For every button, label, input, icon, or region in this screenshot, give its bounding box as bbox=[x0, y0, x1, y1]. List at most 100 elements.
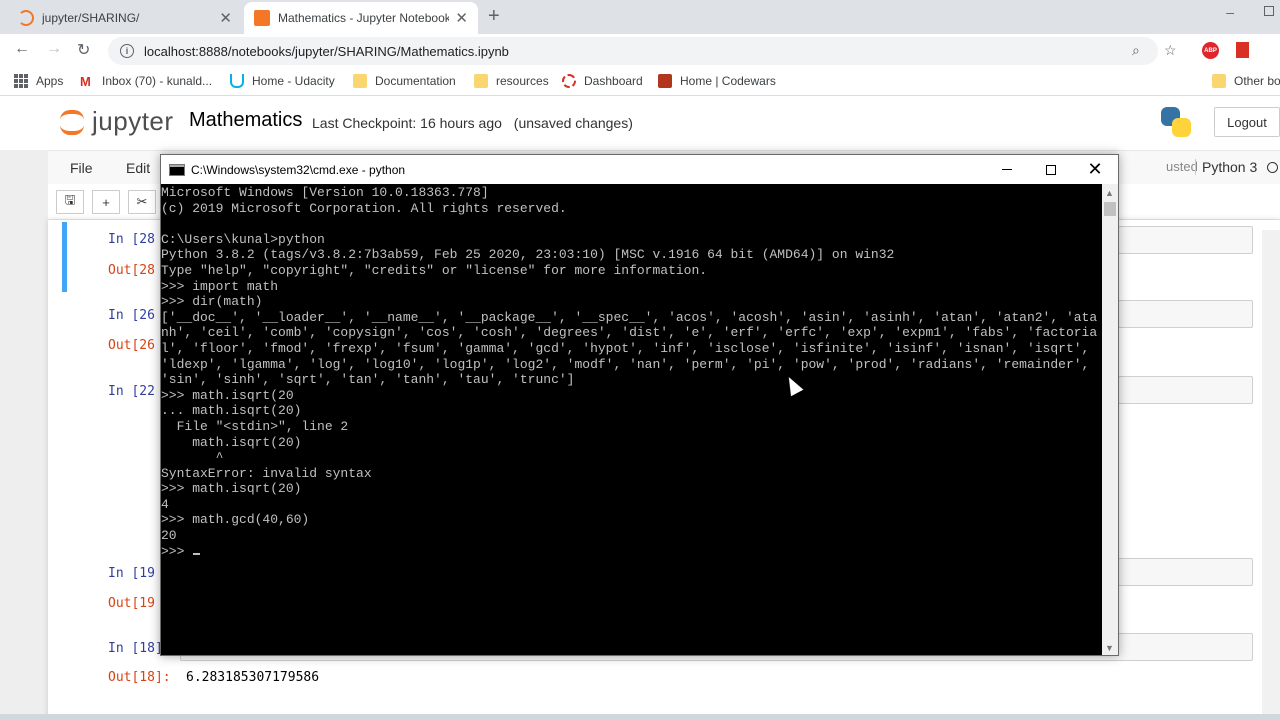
terminal-line: math.isqrt(20) bbox=[161, 434, 302, 450]
code-input[interactable] bbox=[1118, 376, 1253, 404]
new-tab-button[interactable]: + bbox=[488, 5, 500, 28]
bookmark-star-icon[interactable]: ☆ bbox=[1164, 42, 1177, 59]
bookmarks-bar: Apps M Inbox (70) - kunald... Home - Uda… bbox=[0, 68, 1280, 96]
forward-button[interactable]: → bbox=[46, 40, 62, 58]
logout-button[interactable]: Logout bbox=[1214, 107, 1280, 137]
terminal-line: 'ldexp', 'lgamma', 'log', 'log10', 'log1… bbox=[161, 356, 1090, 372]
notebook-title[interactable]: Mathematics bbox=[189, 109, 302, 132]
cmd-maximize-button[interactable] bbox=[1028, 155, 1074, 184]
code-input[interactable] bbox=[1118, 300, 1253, 328]
terminal-cursor bbox=[193, 552, 201, 555]
bookmark-codewars[interactable]: Home | Codewars bbox=[658, 74, 776, 88]
terminal-line: >>> math.isqrt(20 bbox=[161, 387, 294, 403]
jupyter-wordmark: jupyter bbox=[92, 106, 174, 136]
terminal-line: 'sin', 'sinh', 'sqrt', 'tan', 'tanh', 't… bbox=[161, 372, 575, 388]
trusted-indicator[interactable]: usted bbox=[1166, 159, 1198, 174]
zoom-icon[interactable]: ⌕ bbox=[1132, 42, 1140, 59]
bookmark-label: Other bo bbox=[1234, 74, 1280, 88]
code-input[interactable] bbox=[1118, 558, 1253, 586]
terminal-line: (c) 2019 Microsoft Corporation. All righ… bbox=[161, 200, 567, 216]
folder-icon bbox=[1212, 74, 1226, 88]
close-tab-icon[interactable]: ✕ bbox=[455, 9, 468, 27]
bookmark-apps[interactable]: Apps bbox=[14, 74, 63, 88]
input-prompt: In [18] bbox=[108, 641, 163, 656]
terminal-line: l', 'floor', 'fmod', 'frexp', 'fsum', 'g… bbox=[161, 340, 1090, 356]
python-logo-icon bbox=[1161, 107, 1191, 137]
terminal-line: SyntaxError: invalid syntax bbox=[161, 465, 372, 481]
bookmark-other[interactable]: Other bo bbox=[1212, 74, 1280, 88]
code-input[interactable] bbox=[1118, 226, 1253, 254]
terminal-icon bbox=[169, 163, 185, 176]
jupyter-header: jupyter Mathematics Last Checkpoint: 16 … bbox=[0, 96, 1280, 150]
taskbar-edge bbox=[0, 714, 1280, 720]
output-prompt: Out[26 bbox=[108, 338, 155, 353]
bookmark-resources[interactable]: resources bbox=[474, 74, 549, 88]
cut-cell-button[interactable]: ✂ bbox=[128, 190, 156, 214]
address-bar[interactable]: i localhost:8888/notebooks/jupyter/SHARI… bbox=[108, 37, 1158, 65]
terminal-line: >>> import math bbox=[161, 278, 279, 294]
page-scrollbar[interactable] bbox=[1262, 230, 1280, 720]
kernel-status-icon bbox=[1267, 162, 1278, 173]
scroll-thumb[interactable] bbox=[1104, 202, 1116, 216]
cmd-scrollbar[interactable]: ▲ ▼ bbox=[1102, 184, 1118, 655]
folder-icon bbox=[474, 74, 488, 88]
jupyter-logo[interactable]: jupyter bbox=[60, 106, 174, 137]
reload-button[interactable]: ↻ bbox=[77, 40, 90, 60]
extension-icon[interactable] bbox=[1236, 42, 1249, 58]
browser-toolbar: ← → ↻ i localhost:8888/notebooks/jupyter… bbox=[0, 34, 1280, 68]
cmd-minimize-button[interactable] bbox=[984, 155, 1030, 184]
terminal-line: >>> math.gcd(40,60) bbox=[161, 512, 310, 528]
output-prompt: Out[28 bbox=[108, 263, 155, 278]
terminal-line: ^ bbox=[161, 450, 224, 466]
adblock-extension-icon[interactable]: ABP bbox=[1202, 42, 1219, 59]
terminal-line: C:\Users\kunal>python bbox=[161, 231, 325, 247]
bookmark-label: Home - Udacity bbox=[252, 74, 335, 88]
back-button[interactable]: ← bbox=[14, 40, 30, 58]
save-button[interactable]: 🖫 bbox=[56, 190, 84, 214]
cmd-close-button[interactable]: ✕ bbox=[1072, 155, 1118, 184]
udacity-icon bbox=[230, 74, 244, 88]
close-tab-icon[interactable]: ✕ bbox=[219, 9, 232, 27]
cell-output: 6.283185307179586 bbox=[186, 670, 320, 685]
window-minimize-button[interactable]: – bbox=[1226, 4, 1234, 20]
codewars-icon bbox=[658, 74, 672, 88]
bookmark-documentation[interactable]: Documentation bbox=[353, 74, 456, 88]
insert-cell-button[interactable]: + bbox=[92, 190, 120, 214]
cmd-title: C:\Windows\system32\cmd.exe - python bbox=[191, 162, 406, 177]
tab-mathematics-notebook[interactable]: Mathematics - Jupyter Notebook ✕ bbox=[244, 2, 478, 34]
info-icon[interactable]: i bbox=[120, 44, 134, 58]
bookmark-udacity[interactable]: Home - Udacity bbox=[230, 74, 335, 88]
cmd-titlebar[interactable]: C:\Windows\system32\cmd.exe - python ✕ bbox=[161, 155, 1118, 184]
scroll-up-icon[interactable]: ▲ bbox=[1105, 188, 1114, 198]
terminal-line: >>> bbox=[161, 544, 1102, 560]
bookmark-label: Dashboard bbox=[584, 74, 643, 88]
input-prompt: In [22 bbox=[108, 384, 155, 399]
terminal-line: ... math.isqrt(20) bbox=[161, 403, 302, 419]
terminal-line: nh', 'ceil', 'comb', 'copysign', 'cos', … bbox=[161, 325, 1098, 341]
checkpoint-status: Last Checkpoint: 16 hours ago (unsaved c… bbox=[312, 115, 633, 131]
apps-icon bbox=[14, 74, 28, 88]
terminal-line: >>> dir(math) bbox=[161, 294, 263, 310]
menu-file[interactable]: File bbox=[70, 160, 93, 176]
window-maximize-button[interactable] bbox=[1264, 6, 1274, 16]
input-prompt: In [19 bbox=[108, 566, 155, 581]
bookmark-dashboard[interactable]: Dashboard bbox=[562, 74, 643, 88]
terminal-output[interactable]: Microsoft Windows [Version 10.0.18363.77… bbox=[161, 184, 1102, 655]
jupyter-favicon-icon bbox=[18, 10, 34, 26]
terminal-line: 4 bbox=[161, 496, 169, 512]
input-prompt: In [26 bbox=[108, 308, 155, 323]
bookmark-inbox[interactable]: M Inbox (70) - kunald... bbox=[80, 74, 213, 89]
menu-edit[interactable]: Edit bbox=[126, 160, 150, 176]
browser-tab-strip: jupyter/SHARING/ ✕ Mathematics - Jupyter… bbox=[0, 0, 1280, 34]
bookmark-label: Apps bbox=[36, 74, 64, 88]
terminal-line: File "<stdin>", line 2 bbox=[161, 418, 349, 434]
cmd-window[interactable]: C:\Windows\system32\cmd.exe - python ✕ M… bbox=[160, 154, 1119, 656]
tab-jupyter-sharing[interactable]: jupyter/SHARING/ ✕ bbox=[8, 2, 242, 34]
bookmark-label: Inbox (70) - kunald... bbox=[102, 74, 213, 88]
terminal-line: Type "help", "copyright", "credits" or "… bbox=[161, 262, 708, 278]
terminal-line: Microsoft Windows [Version 10.0.18363.77… bbox=[161, 185, 489, 200]
scroll-down-icon[interactable]: ▼ bbox=[1105, 643, 1114, 653]
kernel-name: Python 3 bbox=[1195, 159, 1257, 175]
terminal-line: ['__doc__', '__loader__', '__name__', '_… bbox=[161, 309, 1098, 325]
bookmark-label: Documentation bbox=[375, 74, 456, 88]
